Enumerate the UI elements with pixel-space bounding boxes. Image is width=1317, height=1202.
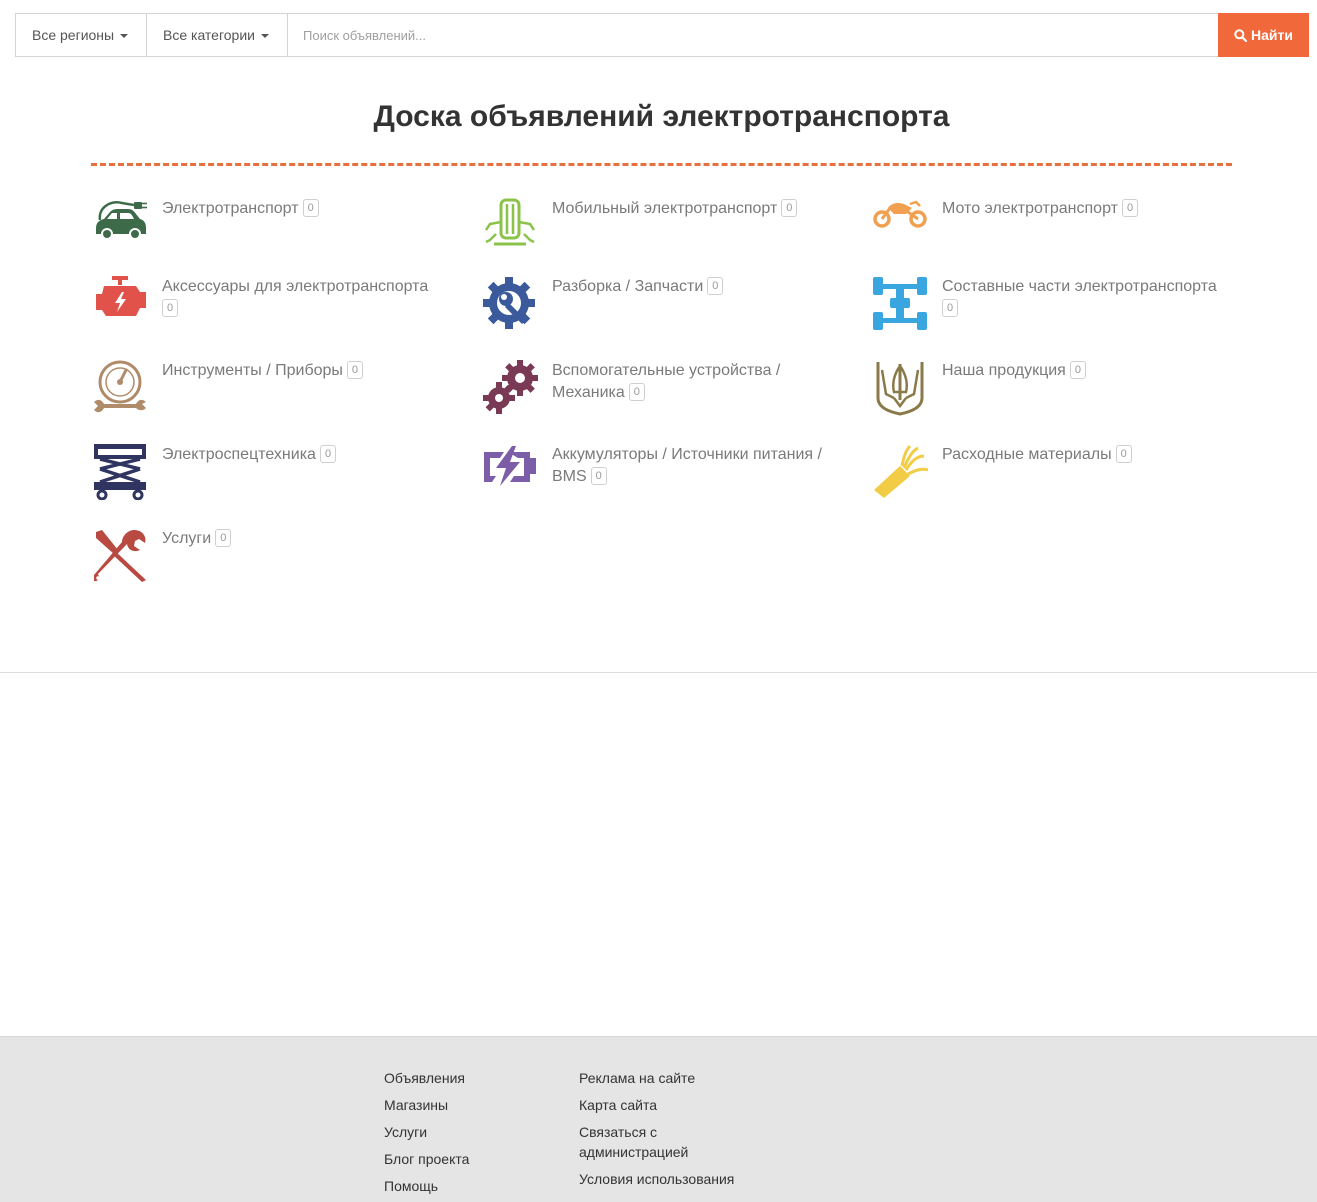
- category-count-badge: 0: [302, 199, 319, 217]
- category-item[interactable]: Составные части электротранспорта 0: [871, 276, 1242, 334]
- category-item[interactable]: Электроспецтехника 0: [91, 444, 462, 502]
- chevron-down-icon: [260, 34, 269, 38]
- category-text: Аксессуары для электротранспорта 0: [162, 276, 462, 334]
- trident-icon: [871, 360, 929, 418]
- category-count-badge: 0: [942, 299, 959, 317]
- category-count-badge: 0: [590, 467, 607, 485]
- category-count-badge: 0: [319, 445, 337, 463]
- category-text: Аккумуляторы / Источники питания / BMS 0: [552, 444, 842, 502]
- category-count-badge: 0: [346, 361, 364, 379]
- regions-dropdown[interactable]: Все регионы: [16, 14, 147, 56]
- footer-link-ads[interactable]: Объявления: [384, 1068, 469, 1088]
- gauge-icon: [91, 360, 149, 418]
- category-text: Наша продукция 0: [942, 360, 1242, 418]
- gears-icon: [481, 360, 539, 418]
- category-item[interactable]: Мото электротранспорт 0: [871, 198, 1242, 256]
- chassis-icon: [871, 276, 929, 334]
- category-label[interactable]: Мото электротранспорт: [942, 200, 1118, 217]
- chevron-down-icon: [120, 34, 129, 38]
- category-label[interactable]: Мобильный электротранспорт: [552, 200, 777, 217]
- category-item[interactable]: Мобильный электротранспорт 0: [481, 198, 852, 256]
- search-icon: [1234, 28, 1248, 42]
- scissor-lift-icon: [91, 444, 149, 502]
- footer-link-advertising[interactable]: Реклама на сайте: [579, 1068, 749, 1088]
- categories-dropdown[interactable]: Все категории: [147, 14, 288, 56]
- category-label[interactable]: Расходные материалы: [942, 446, 1112, 463]
- category-count-badge: 0: [707, 277, 724, 295]
- motorcycle-icon: [871, 198, 929, 256]
- category-text: Инструменты / Приборы 0: [162, 360, 462, 418]
- regions-dropdown-label: Все регионы: [32, 27, 115, 43]
- footer-column-2: Реклама на сайте Карта сайта Связаться с…: [579, 1068, 749, 1196]
- category-count-badge: 0: [1121, 199, 1139, 217]
- category-item[interactable]: Аксессуары для электротранспорта 0: [91, 276, 462, 334]
- category-item[interactable]: Аккумуляторы / Источники питания / BMS 0: [481, 444, 842, 502]
- search-bar: Все регионы Все категории Найти: [15, 13, 1309, 57]
- category-label[interactable]: Разборка / Запчасти: [552, 278, 703, 295]
- footer-link-terms[interactable]: Условия использования: [579, 1169, 749, 1189]
- category-text: Мобильный электротранспорт 0: [552, 198, 852, 256]
- category-label[interactable]: Электротранспорт: [162, 200, 299, 217]
- category-item[interactable]: Электротранспорт 0: [91, 198, 462, 256]
- content-divider: [0, 672, 1317, 673]
- category-item[interactable]: Разборка / Запчасти 0: [481, 276, 852, 334]
- category-label[interactable]: Электроспецтехника: [162, 446, 316, 463]
- category-text: Мото электротранспорт 0: [942, 198, 1242, 256]
- category-label[interactable]: Наша продукция: [942, 362, 1066, 379]
- category-count-badge: 0: [215, 529, 232, 547]
- mobile-transport-icon: [481, 198, 539, 256]
- category-item[interactable]: Наша продукция 0: [871, 360, 1242, 418]
- categories-dropdown-label: Все категории: [163, 27, 255, 43]
- footer-link-shops[interactable]: Магазины: [384, 1095, 469, 1115]
- gear-wrench-icon: [481, 276, 539, 334]
- category-count-badge: 0: [1069, 361, 1086, 379]
- category-label[interactable]: Услуги: [162, 530, 211, 547]
- category-count-badge: 0: [162, 299, 179, 317]
- electric-car-icon: [91, 198, 149, 256]
- footer-column-1: Объявления Магазины Услуги Блог проекта …: [384, 1068, 469, 1202]
- footer-link-contact-admin[interactable]: Связаться с администрацией: [579, 1122, 749, 1162]
- category-count-badge: 0: [781, 199, 798, 217]
- category-text: Электротранспорт 0: [162, 198, 462, 256]
- battery-icon: [481, 444, 539, 502]
- search-input[interactable]: [288, 14, 1218, 56]
- category-text: Расходные материалы 0: [942, 444, 1242, 502]
- footer: Объявления Магазины Услуги Блог проекта …: [0, 1036, 1317, 1202]
- category-text: Составные части электротранспорта 0: [942, 276, 1242, 334]
- category-label[interactable]: Инструменты / Приборы: [162, 362, 343, 379]
- category-item[interactable]: Инструменты / Приборы 0: [91, 360, 462, 418]
- search-button-label: Найти: [1251, 27, 1293, 43]
- tools-icon: [91, 528, 149, 586]
- page-title: Доска объявлений электротранспорта: [373, 100, 950, 133]
- footer-link-services[interactable]: Услуги: [384, 1122, 469, 1142]
- category-text: Разборка / Запчасти 0: [552, 276, 852, 334]
- search-button[interactable]: Найти: [1218, 13, 1309, 57]
- footer-link-help[interactable]: Помощь: [384, 1176, 469, 1196]
- cable-icon: [871, 444, 929, 502]
- category-item[interactable]: Услуги 0: [91, 528, 462, 586]
- category-label[interactable]: Составные части электротранспорта: [942, 278, 1217, 295]
- category-item[interactable]: Вспомогательные устройства / Механика 0: [481, 360, 822, 418]
- category-count-badge: 0: [628, 383, 645, 401]
- footer-link-sitemap[interactable]: Карта сайта: [579, 1095, 749, 1115]
- category-label[interactable]: Аксессуары для электротранспорта: [162, 278, 428, 295]
- category-text: Вспомогательные устройства / Механика 0: [552, 360, 822, 418]
- category-label[interactable]: Вспомогательные устройства / Механика: [552, 362, 780, 401]
- engine-icon: [91, 276, 149, 334]
- category-text: Электроспецтехника 0: [162, 444, 462, 502]
- footer-link-blog[interactable]: Блог проекта: [384, 1149, 469, 1169]
- category-count-badge: 0: [1115, 445, 1132, 463]
- category-text: Услуги 0: [162, 528, 462, 586]
- dashed-divider: [91, 163, 1232, 166]
- category-item[interactable]: Расходные материалы 0: [871, 444, 1242, 502]
